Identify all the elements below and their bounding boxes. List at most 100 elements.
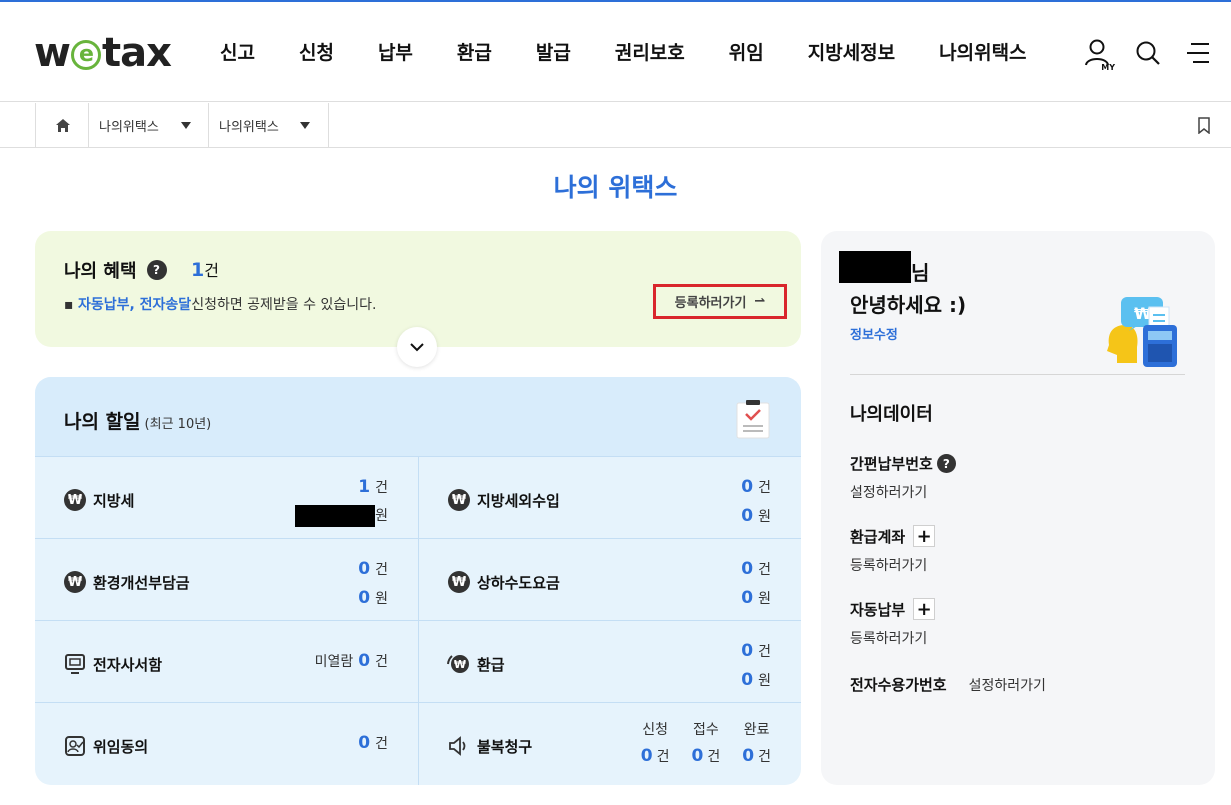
amount-unit: 원 [758,591,771,607]
refund-won-icon: ₩ [447,652,471,676]
todo-subtitle: (최근 10년) [144,417,212,432]
user-phone-illustration-icon: ₩ [1103,295,1199,373]
count-unit: 건 [707,749,721,765]
count-unit: 건 [375,562,388,578]
nav-item-refund[interactable]: 환급 [457,38,492,65]
count-value: 1 [358,477,371,497]
id-card-check-icon [63,734,87,758]
benefit-heading: 나의 혜택 ? [64,257,167,283]
simple-pay-number: 간편납부번호 ? 설정하러가기 [850,453,956,502]
todo-item-water-fee[interactable]: ₩ 상하수도요금 0건 0원 [418,539,801,621]
amount-value: 0 [358,588,371,608]
todo-item-label-wrap: 전자사서함 [63,652,162,676]
appeal-col-received: 접수 0건 [692,717,721,770]
simple-pay-title: 간편납부번호 [850,455,933,473]
register-button[interactable]: 등록하러가기 ⇀ [653,284,787,319]
count-unit: 건 [375,480,388,496]
todo-item-label-wrap: 위임동의 [63,734,148,758]
todo-item-values: 0건 0원 [741,637,771,695]
auto-pay-action[interactable]: 등록하러가기 [850,628,935,648]
todo-item-local-tax[interactable]: ₩ 지방세 1건 원 [35,457,418,539]
expand-button[interactable] [397,327,437,367]
amount-value: 0 [741,588,754,608]
benefit-description: ▪ 자동납부, 전자송달신청하면 공제받을 수 있습니다. [64,294,376,314]
appeal-col-head: 신청 [642,722,669,738]
todo-item-env-charge[interactable]: ₩ 환경개선부담금 0건 0원 [35,539,418,621]
amount-value: 0 [741,670,754,690]
todo-item-values: 0건 0원 [741,473,771,531]
nav-item-rights[interactable]: 권리보호 [615,38,685,65]
nav-item-localtax-info[interactable]: 지방세정보 [808,38,895,65]
speaker-icon [447,734,471,758]
my-label: MY [1101,63,1115,72]
wetax-logo[interactable]: w e tax [34,30,172,76]
todo-item-label-wrap: ₩ 지방세외수입 [447,488,560,512]
add-auto-pay-button[interactable]: + [913,598,936,620]
my-user-icon[interactable]: MY [1083,36,1115,72]
todo-item-label: 위임동의 [93,737,149,756]
breadcrumb-level1-select[interactable]: 나의위택스 [88,103,209,147]
todo-item-label: 전자사서함 [93,655,163,674]
benefit-count-value: 1 [191,259,205,281]
todo-item-values: 0건 0원 [741,555,771,613]
todo-item-label-wrap: ₩ 환경개선부담금 [63,570,190,594]
chevron-down-icon [410,342,424,351]
help-icon[interactable]: ? [146,260,167,280]
todo-item-label: 환경개선부담금 [93,573,190,592]
logo-w: w [34,30,71,76]
caret-down-icon [181,122,191,129]
refund-account-title-wrap: 환급계좌 + [850,525,936,547]
caret-down-icon [300,122,310,129]
bullet-icon: ▪ [64,297,74,313]
nav-item-delegate[interactable]: 위임 [729,38,764,65]
todo-item-refund[interactable]: ₩ 환급 0건 0원 [418,621,801,703]
simple-pay-action[interactable]: 설정하러가기 [850,482,956,502]
count-unit: 건 [758,480,771,496]
nav-item-my-wetax[interactable]: 나의위택스 [939,38,1026,65]
todo-title: 나의 할일 [64,411,141,433]
bookmark-icon[interactable] [1197,117,1211,138]
auto-pay: 자동납부 + 등록하러가기 [850,598,936,648]
todo-item-label-wrap: 불복청구 [447,734,532,758]
help-icon[interactable]: ? [936,454,956,473]
nav-item-report[interactable]: 신고 [220,38,255,65]
count-value: 0 [358,651,371,671]
simple-pay-title-wrap: 간편납부번호 ? [850,453,956,474]
todo-item-appeal[interactable]: 불복청구 신청 0건 접수 0건 완료 0건 [418,703,801,785]
nav-item-apply[interactable]: 신청 [299,38,334,65]
main-nav: 신고 신청 납부 환급 발급 권리보호 위임 지방세정보 나의위택스 [220,38,1027,65]
unread-prefix: 미열람 [314,654,354,670]
breadcrumb: 나의위택스 나의위택스 [0,103,1231,148]
redacted-user-name [839,251,911,283]
nav-item-issue[interactable]: 발급 [536,38,571,65]
todo-item-delegation-consent[interactable]: 위임동의 0건 [35,703,418,785]
count-unit: 건 [758,562,771,578]
e-receive-action[interactable]: 설정하러가기 [969,675,1046,695]
menu-icon[interactable] [1183,36,1213,70]
won-icon: ₩ [447,488,471,512]
appeal-col-head: 완료 [743,722,770,738]
add-refund-account-button[interactable]: + [913,525,936,547]
search-icon[interactable] [1133,36,1163,70]
count-value: 0 [640,746,653,766]
logo-e: e [70,40,101,70]
refund-account: 환급계좌 + 등록하러가기 [850,525,936,575]
my-todo-panel: 나의 할일 (최근 10년) ₩ 지방세 1건 원 ₩ 지방세외수입 0 건 0… [35,377,801,785]
breadcrumb-level2-select[interactable]: 나의위택스 [208,103,329,147]
home-icon[interactable] [35,103,89,147]
e-receive-number: 전자수용가번호 설정하러가기 [850,674,1046,695]
monitor-mailbox-icon [63,652,87,676]
breadcrumb-level1-label: 나의위택스 [99,119,159,135]
svg-text:₩: ₩ [454,658,466,671]
todo-item-e-mailbox[interactable]: 전자사서함 미열람 0 건 [35,621,418,703]
page-title: 나의 위택스 [553,173,678,202]
greeting: 안녕하세요 :) [850,293,967,317]
benefit-title: 나의 혜택 [64,261,137,282]
e-receive-title: 전자수용가번호 [850,676,947,694]
refund-account-action[interactable]: 등록하러가기 [850,555,935,575]
nav-item-pay[interactable]: 납부 [378,38,413,65]
todo-item-nontax-revenue[interactable]: ₩ 지방세외수입 0건 0원 [418,457,801,539]
count-value: 0 [358,559,371,579]
edit-profile-link[interactable]: 정보수정 [850,324,898,343]
benefit-highlight: 자동납부, 전자송달 [77,297,192,313]
